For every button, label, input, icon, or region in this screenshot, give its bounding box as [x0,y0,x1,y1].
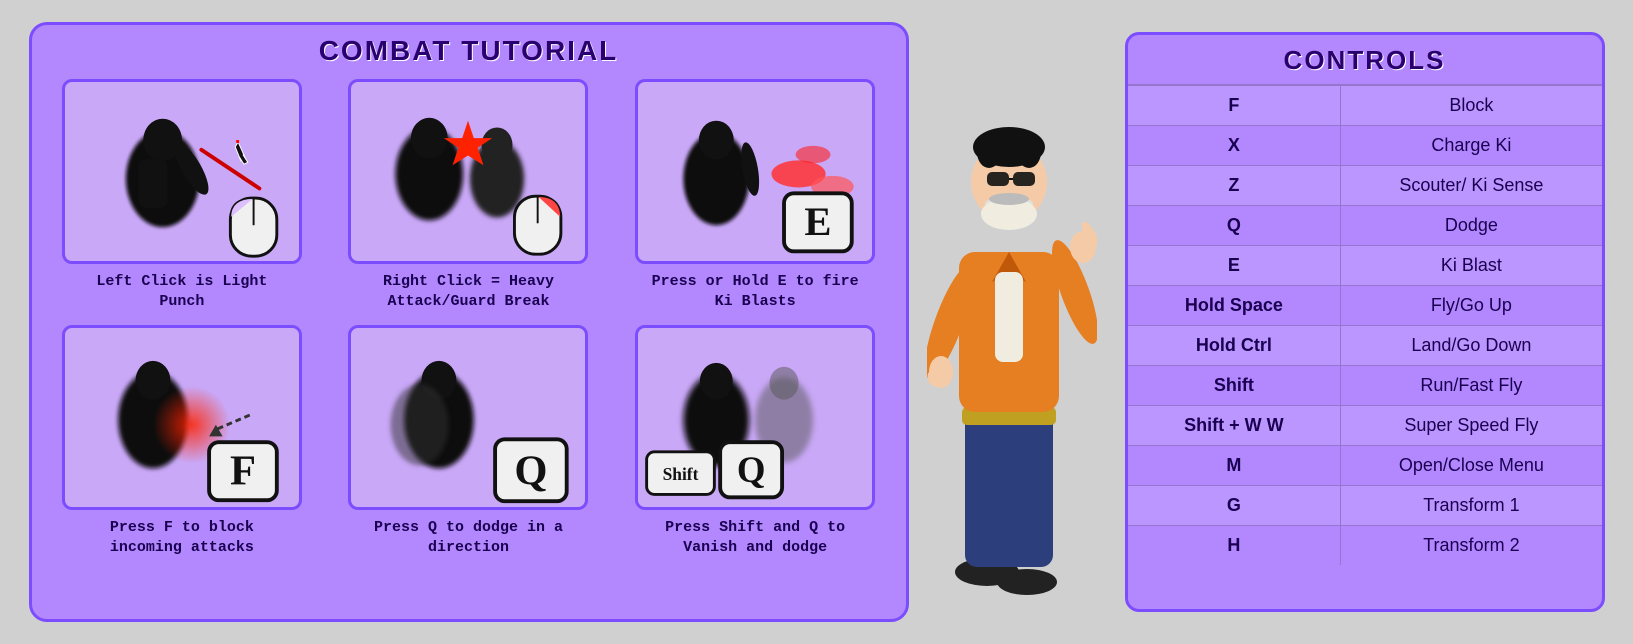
tutorial-img-f-key: F [62,325,302,510]
controls-row: HTransform 2 [1128,526,1602,566]
controls-row: ZScouter/ Ki Sense [1128,166,1602,206]
caption-f-key: Press F to block incoming attacks [72,518,292,557]
svg-text:E: E [804,199,831,244]
svg-text:F: F [230,448,256,495]
controls-title: CONTROLS [1128,35,1602,86]
control-key: E [1128,246,1341,286]
caption-left-click: Left Click is Light Punch [72,272,292,311]
controls-row: FBlock [1128,86,1602,126]
tutorial-img-left-click [62,79,302,264]
controls-row: Hold SpaceFly/Go Up [1128,286,1602,326]
caption-right-click: Right Click = Heavy Attack/Guard Break [358,272,578,311]
controls-row: ShiftRun/Fast Fly [1128,366,1602,406]
tutorial-cell-e-key: E Press or Hold E to fire Ki Blasts [619,79,892,311]
controls-row: Hold CtrlLand/Go Down [1128,326,1602,366]
tutorial-img-q-key: Q [348,325,588,510]
controls-table: FBlockXCharge KiZScouter/ Ki SenseQDodge… [1128,86,1602,565]
control-action: Run/Fast Fly [1341,366,1602,406]
controls-row: XCharge Ki [1128,126,1602,166]
control-action: Charge Ki [1341,126,1602,166]
control-key: G [1128,486,1341,526]
control-action: Block [1341,86,1602,126]
control-action: Fly/Go Up [1341,286,1602,326]
tutorial-cell-left-click: Left Click is Light Punch [46,79,319,311]
control-key: Shift [1128,366,1341,406]
controls-row: EKi Blast [1128,246,1602,286]
control-action: Land/Go Down [1341,326,1602,366]
controls-row: QDodge [1128,206,1602,246]
controls-row: Shift + W WSuper Speed Fly [1128,406,1602,446]
character-illustration [927,32,1107,612]
control-action: Open/Close Menu [1341,446,1602,486]
svg-text:Shift: Shift [663,464,699,484]
control-key: H [1128,526,1341,566]
svg-text:Q: Q [515,448,548,495]
control-action: Scouter/ Ki Sense [1341,166,1602,206]
control-key: Hold Space [1128,286,1341,326]
caption-e-key: Press or Hold E to fire Ki Blasts [645,272,865,311]
tutorial-cell-q-key: Q Press Q to dodge in a direction [332,325,605,557]
controls-panel: CONTROLS FBlockXCharge KiZScouter/ Ki Se… [1125,32,1605,612]
controls-row: MOpen/Close Menu [1128,446,1602,486]
control-key: M [1128,446,1341,486]
control-action: Ki Blast [1341,246,1602,286]
caption-q-key: Press Q to dodge in a direction [358,518,578,557]
tutorial-img-right-click [348,79,588,264]
tutorial-grid: Left Click is Light Punch [46,79,892,557]
control-action: Transform 2 [1341,526,1602,566]
control-key: Q [1128,206,1341,246]
caption-shift-q: Press Shift and Q to Vanish and dodge [645,518,865,557]
tutorial-img-e-key: E [635,79,875,264]
control-action: Dodge [1341,206,1602,246]
control-key: Shift + W W [1128,406,1341,446]
control-key: Hold Ctrl [1128,326,1341,366]
control-action: Super Speed Fly [1341,406,1602,446]
control-action: Transform 1 [1341,486,1602,526]
controls-row: GTransform 1 [1128,486,1602,526]
character-svg [927,52,1097,612]
tutorial-cell-f-key: F Press F to block incoming attacks [46,325,319,557]
tutorial-cell-right-click: Right Click = Heavy Attack/Guard Break [332,79,605,311]
tutorial-img-shift-q: Shift Q [635,325,875,510]
control-key: Z [1128,166,1341,206]
tutorial-panel: COMBAT TUTORIAL [29,22,909,622]
control-key: X [1128,126,1341,166]
tutorial-title: COMBAT TUTORIAL [46,35,892,67]
control-key: F [1128,86,1341,126]
svg-text:Q: Q [737,449,766,490]
tutorial-cell-shift-q: Shift Q Press Shift and Q to Vanish and … [619,325,892,557]
